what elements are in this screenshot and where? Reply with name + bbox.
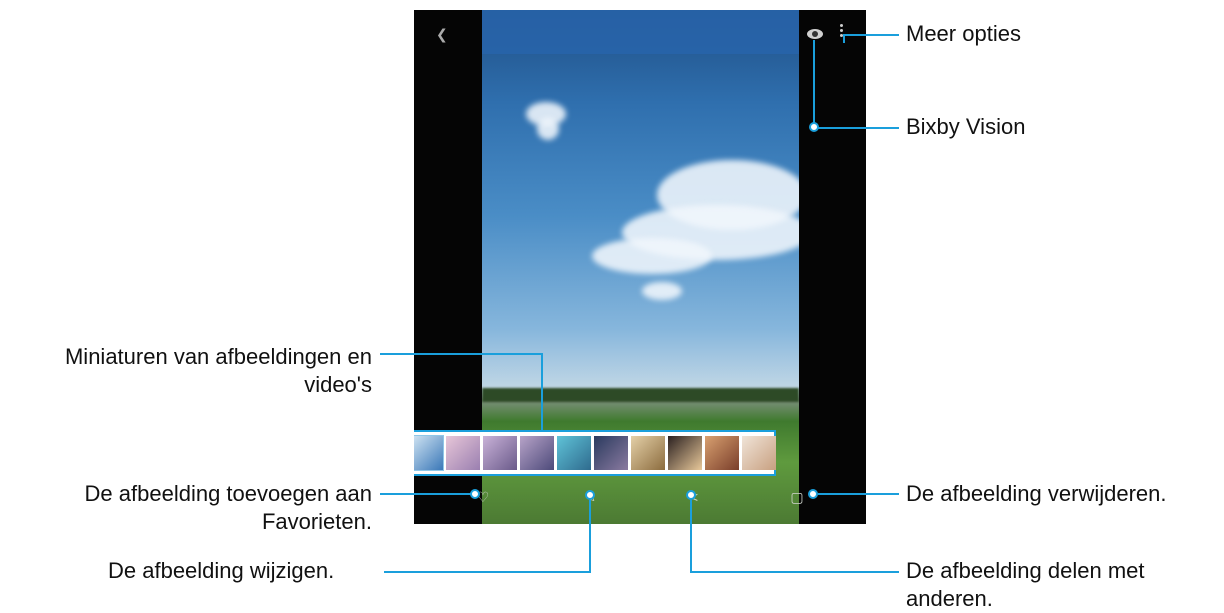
thumbnail-item[interactable]: [594, 436, 628, 470]
thumbnail-item[interactable]: [705, 436, 739, 470]
top-bar: [482, 10, 799, 54]
thumbnail-strip: [414, 430, 776, 476]
back-arrow-icon[interactable]: ❮: [436, 26, 448, 42]
thumbnail-item[interactable]: [446, 436, 480, 470]
label-bixby-vision: Bixby Vision: [906, 114, 1026, 139]
trash-icon[interactable]: ▢: [790, 490, 804, 504]
tree-line: [482, 388, 799, 402]
phone-screen: ❮ ♡ ✎ < ▢: [414, 10, 866, 524]
bixby-vision-icon[interactable]: [807, 26, 823, 42]
label-thumbnails-1: Miniaturen van afbeeldingen en: [64, 344, 372, 369]
label-favorite-1: De afbeelding toevoegen aan: [84, 481, 372, 506]
thumbnail-item[interactable]: [414, 435, 444, 471]
label-share-2: anderen.: [906, 586, 993, 611]
thumbnail-item[interactable]: [520, 436, 554, 470]
thumbnail-item[interactable]: [557, 436, 591, 470]
thumbnail-item[interactable]: [668, 436, 702, 470]
label-edit: De afbeelding wijzigen.: [108, 558, 335, 583]
thumbnail-item[interactable]: [742, 436, 776, 470]
label-favorite-2: Favorieten.: [261, 509, 372, 534]
label-share-1: De afbeelding delen met: [906, 558, 1145, 583]
label-more-options: Meer opties: [906, 21, 1021, 46]
label-delete: De afbeelding verwijderen.: [906, 481, 1167, 506]
thumbnail-item[interactable]: [631, 436, 665, 470]
thumbnail-item[interactable]: [483, 436, 517, 470]
label-thumbnails-2: video's: [304, 372, 372, 397]
